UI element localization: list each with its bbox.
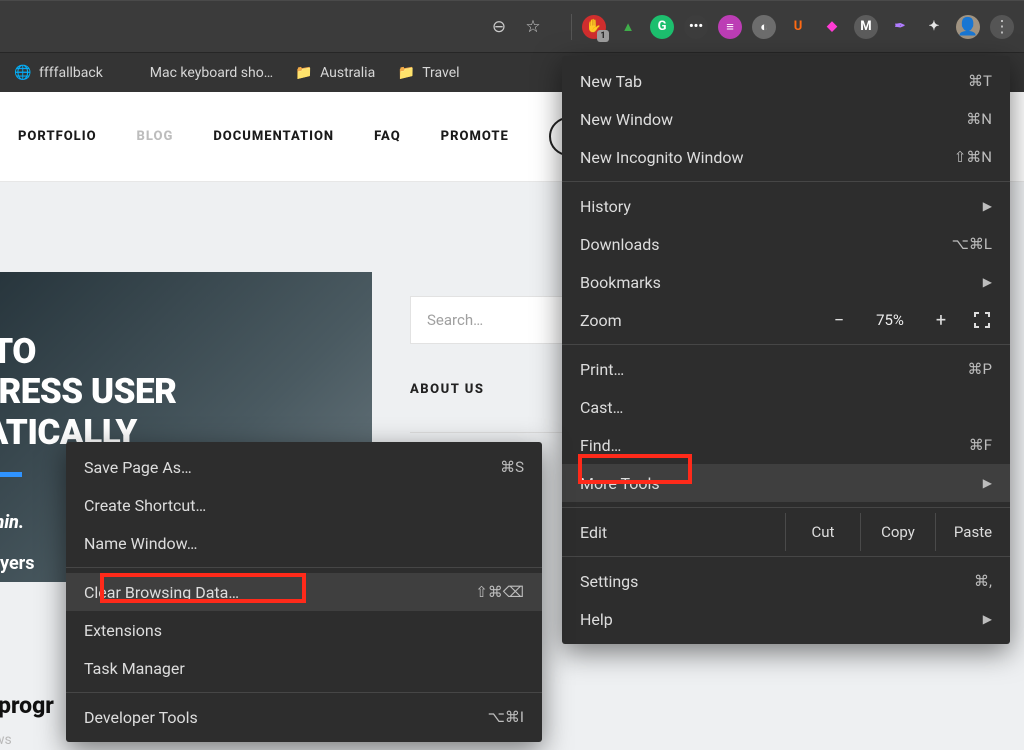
folder-icon: 📁 (397, 64, 415, 82)
menu-bookmarks[interactable]: Bookmarks▶ (562, 263, 1010, 301)
nav-promote[interactable]: PROMOTE (441, 129, 509, 144)
submenu-task-manager[interactable]: Task Manager (66, 649, 542, 687)
menu-new-window[interactable]: New Window⌘N (562, 100, 1010, 138)
submenu-create-shortcut[interactable]: Create Shortcut… (66, 486, 542, 524)
zoom-minus-button[interactable]: − (818, 305, 860, 335)
chevron-right-icon: ▶ (983, 275, 992, 289)
ext-grammarly-icon[interactable]: G (650, 15, 674, 39)
nav-portfolio[interactable]: PORTFOLIO (18, 129, 97, 144)
nav-blog[interactable]: BLOG (137, 129, 174, 144)
ext-ubersuggest-icon[interactable]: U (786, 15, 810, 39)
submenu-extensions[interactable]: Extensions (66, 611, 542, 649)
hero-brand: lLayers (0, 553, 35, 574)
ext-adblock-icon[interactable]: ✋1 (582, 15, 606, 39)
menu-downloads[interactable]: Downloads⌥⌘L (562, 225, 1010, 263)
bookmark-item[interactable]: 📁Australia (295, 64, 375, 82)
about-heading: ABOUT US (410, 382, 484, 397)
hero-title: W TO DPRESS USER MATICALLY (0, 332, 176, 453)
bookmark-item[interactable]: 🌐ffffallback (14, 64, 103, 82)
menu-history[interactable]: History▶ (562, 187, 1010, 225)
chevron-right-icon: ▶ (983, 476, 992, 490)
ext-ext-diamond-icon[interactable]: ◆ (820, 15, 844, 39)
zoom-plus-button[interactable]: + (920, 305, 962, 335)
bookmark-item[interactable]: 📁Travel (397, 64, 459, 82)
extension-row: ✋1 ▲ G ••• ≡ ◐ U ◆ M ✒ ✦ (582, 15, 946, 39)
ext-extensions-puzzle-icon[interactable]: ✦ (922, 15, 946, 39)
ext-gmail-icon[interactable]: M (854, 15, 878, 39)
edit-paste[interactable]: Paste (935, 513, 1010, 551)
ext-ext-pen-icon[interactable]: ✒ (888, 15, 912, 39)
submenu-clear-browsing-data[interactable]: Clear Browsing Data…⇧⌘⌫ (66, 573, 542, 611)
menu-zoom[interactable]: Zoom − 75% + (562, 301, 1010, 339)
zoom-percent: 75% (860, 311, 920, 329)
menu-help[interactable]: Help▶ (562, 600, 1010, 638)
apple-icon (125, 64, 143, 82)
folder-icon: 📁 (295, 64, 313, 82)
chevron-right-icon: ▶ (983, 199, 992, 213)
chrome-main-menu: New Tab⌘T New Window⌘N New Incognito Win… (562, 56, 1010, 644)
bookmark-item[interactable]: Mac keyboard sho… (125, 64, 273, 82)
ext-badge: 1 (597, 30, 609, 42)
submenu-save-page-as[interactable]: Save Page As…⌘S (66, 448, 542, 486)
menu-settings[interactable]: Settings⌘, (562, 562, 1010, 600)
fullscreen-icon[interactable] (962, 311, 1002, 329)
edit-copy[interactable]: Copy (860, 513, 935, 551)
submenu-name-window[interactable]: Name Window… (66, 524, 542, 562)
bookmark-star-icon[interactable]: ☆ (521, 15, 545, 39)
ws-text: ws (0, 732, 12, 748)
nav-faq[interactable]: FAQ (374, 129, 401, 144)
edit-cut[interactable]: Cut (785, 513, 860, 551)
menu-new-tab[interactable]: New Tab⌘T (562, 62, 1010, 100)
browser-toolbar: ⊖ ☆ ✋1 ▲ G ••• ≡ ◐ U ◆ M ✒ ✦ 👤 ⋮ (0, 0, 1024, 52)
ext-lastpass-icon[interactable]: ••• (684, 15, 708, 39)
progr-text: progr (0, 692, 54, 719)
more-tools-submenu: Save Page As…⌘S Create Shortcut… Name Wi… (66, 442, 542, 742)
zoom-out-icon[interactable]: ⊖ (487, 15, 511, 39)
menu-find[interactable]: Find…⌘F (562, 426, 1010, 464)
menu-print[interactable]: Print…⌘P (562, 350, 1010, 388)
ext-drive-icon[interactable]: ▲ (616, 15, 640, 39)
menu-edit[interactable]: Edit Cut Copy Paste (562, 513, 1010, 551)
menu-more-tools[interactable]: More Tools▶ (562, 464, 1010, 502)
ext-ext-gray-icon[interactable]: ◐ (752, 15, 776, 39)
chrome-menu-button[interactable]: ⋮ (990, 15, 1014, 39)
menu-incognito[interactable]: New Incognito Window⇧⌘N (562, 138, 1010, 176)
chevron-right-icon: ▶ (983, 612, 992, 626)
ext-ext-purple-icon[interactable]: ≡ (718, 15, 742, 39)
globe-icon: 🌐 (14, 64, 32, 82)
nav-documentation[interactable]: DOCUMENTATION (213, 129, 334, 144)
menu-cast[interactable]: Cast… (562, 388, 1010, 426)
avatar-icon[interactable]: 👤 (956, 15, 980, 39)
submenu-developer-tools[interactable]: Developer Tools⌥⌘I (66, 698, 542, 736)
hero-read-time: 0' min. (0, 512, 24, 533)
